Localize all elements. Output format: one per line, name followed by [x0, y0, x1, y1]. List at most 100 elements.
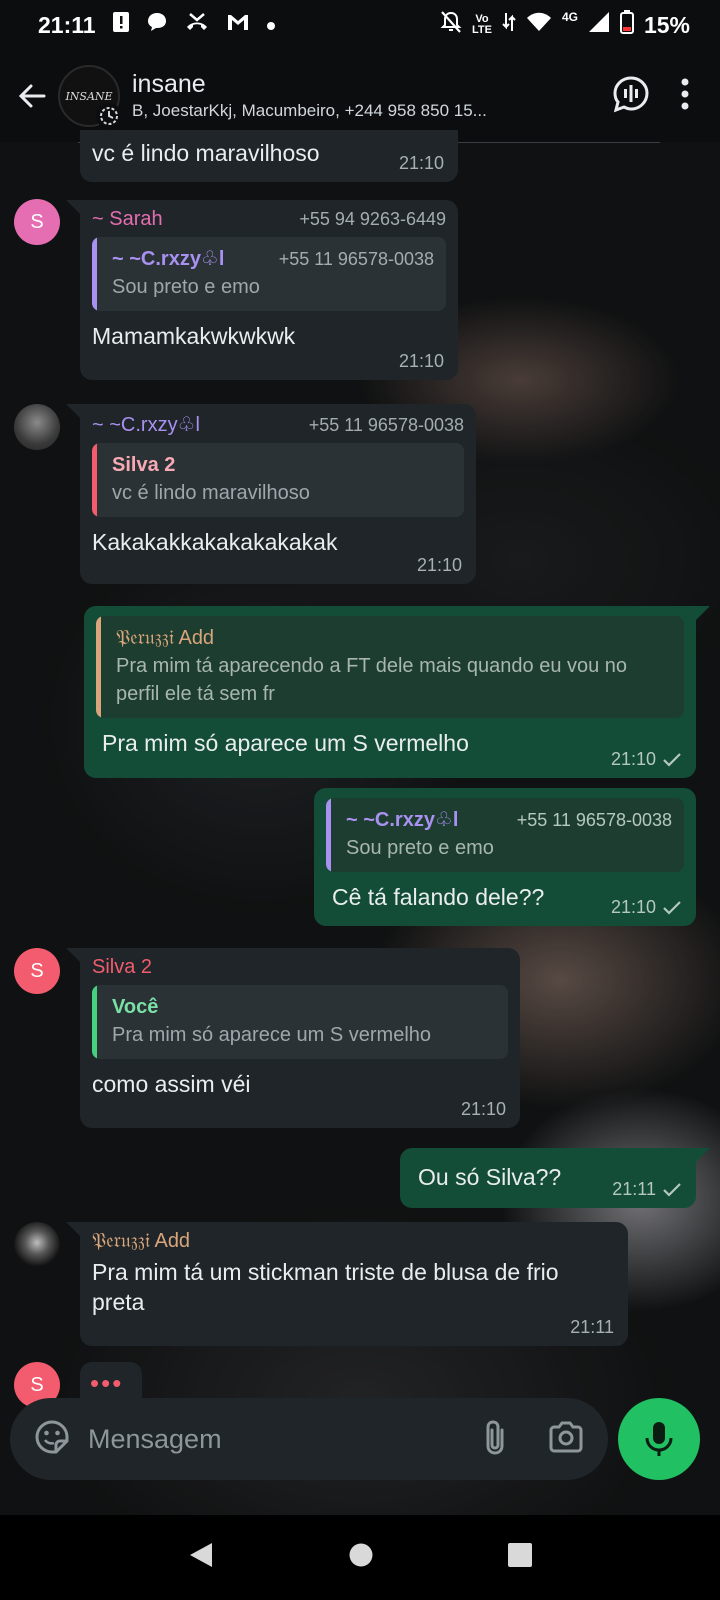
- microphone-icon: [645, 1422, 673, 1456]
- message-text: Pra mim tá um stickman triste de blusa d…: [92, 1259, 559, 1315]
- quoted-message[interactable]: Você Pra mim só aparece um S vermelho: [92, 985, 508, 1059]
- message-time: 21:11: [570, 1317, 614, 1337]
- quote-sender: ~ ~C.rxzy♧l: [112, 248, 225, 270]
- quote-text: Sou preto e emo: [112, 276, 260, 298]
- quote-sender: 𝔓𝔢𝔯𝔲𝔷𝔷𝔦 Add: [116, 627, 215, 649]
- attach-button[interactable]: [482, 1418, 508, 1461]
- camera-icon: [549, 1421, 583, 1452]
- voice-chat-button[interactable]: [612, 75, 650, 118]
- mute-icon: [440, 10, 462, 40]
- nav-back-icon: [189, 1543, 212, 1567]
- quote-sender: Silva 2: [112, 454, 176, 476]
- message-time: 21:10: [416, 555, 462, 575]
- nav-home-button[interactable]: [348, 1542, 374, 1573]
- avatar[interactable]: [14, 404, 60, 450]
- system-nav-bar: [0, 1515, 720, 1600]
- message-bubble[interactable]: ~ ~C.rxzy♧l +55 11 96578-0038 Sou preto …: [314, 788, 696, 926]
- chat-header: INSANE insane B, JoestarKkj, Macumbeiro,…: [0, 50, 720, 142]
- message-bubble[interactable]: ~ Sarah +55 94 9263-6449 ~ ~C.rxzy♧l +55…: [80, 200, 458, 380]
- signal-icon: [588, 11, 610, 39]
- quote-sender: Você: [112, 996, 159, 1018]
- quote-phone: +55 11 96578-0038: [278, 249, 434, 269]
- typing-dots: •••: [90, 1368, 124, 1398]
- group-members: B, JoestarKkj, Macumbeiro, +244 958 850 …: [132, 101, 487, 120]
- signal-type: 4G: [561, 10, 578, 24]
- message-text: Pra mim só aparece um S vermelho: [102, 730, 469, 756]
- disappearing-timer-icon: [96, 103, 122, 129]
- nav-recents-icon: [508, 1543, 533, 1567]
- avatar-letter: S: [30, 959, 44, 982]
- battery-icon: [619, 10, 634, 40]
- sender-name[interactable]: 𝔓𝔢𝔯𝔲𝔷𝔷𝔦 Add: [92, 1230, 616, 1253]
- sticker-button[interactable]: [34, 1419, 70, 1460]
- sticker-icon: [35, 1419, 69, 1453]
- message-bubble[interactable]: 𝔓𝔢𝔯𝔲𝔷𝔷𝔦 Add Pra mim tá aparecendo a FT d…: [84, 606, 696, 778]
- message-time: 21:10: [611, 897, 682, 918]
- message-text: vc é lindo maravilhoso: [92, 140, 320, 166]
- avatar[interactable]: S: [14, 199, 60, 245]
- data-icon: [502, 11, 516, 39]
- message-time: 21:10: [611, 749, 682, 770]
- wifi-icon: [526, 12, 552, 38]
- sent-check-icon: [663, 900, 681, 915]
- quote-text: Sou preto e emo: [346, 837, 494, 859]
- camera-button[interactable]: [548, 1421, 584, 1458]
- quoted-message[interactable]: 𝔓𝔢𝔯𝔲𝔷𝔷𝔦 Add Pra mim tá aparecendo a FT d…: [96, 616, 684, 718]
- sender-name[interactable]: Silva 2: [92, 956, 508, 979]
- sent-check-icon: [663, 752, 681, 767]
- message-input-bar[interactable]: Mensagem: [10, 1398, 608, 1480]
- message-bubble[interactable]: Silva 2 Você Pra mim só aparece um S ver…: [80, 948, 520, 1128]
- message-bubble[interactable]: Ou só Silva?? 21:11: [400, 1148, 696, 1208]
- quote-phone: +55 11 96578-0038: [516, 810, 672, 830]
- message-input[interactable]: Mensagem: [88, 1424, 222, 1455]
- more-options-button[interactable]: [680, 78, 690, 115]
- voice-record-button[interactable]: [618, 1398, 700, 1480]
- group-avatar[interactable]: INSANE: [58, 65, 122, 129]
- bubble-tail: [66, 948, 80, 962]
- bubble-tail: [696, 606, 710, 620]
- group-avatar-text: INSANE: [65, 89, 113, 103]
- nav-home-icon: [349, 1543, 373, 1567]
- volte-icon: Vo LTE: [471, 13, 492, 36]
- bubble-tail: [66, 404, 80, 418]
- avatar[interactable]: S: [14, 948, 60, 994]
- avatar[interactable]: [14, 1222, 60, 1268]
- message-time: 21:11: [612, 1179, 682, 1200]
- quote-text: vc é lindo maravilhoso: [112, 482, 310, 504]
- status-bar: 21:11 Vo LTE 4G 15%: [0, 0, 720, 50]
- sent-check-icon: [663, 1182, 681, 1197]
- message-text: Mamamkakwkwkwk: [92, 323, 296, 349]
- gmail-icon: [226, 12, 250, 38]
- message-bubble[interactable]: vc é lindo maravilhoso 21:10: [80, 130, 458, 182]
- quoted-message[interactable]: Silva 2 vc é lindo maravilhoso: [92, 443, 464, 517]
- message-bubble[interactable]: 𝔓𝔢𝔯𝔲𝔷𝔷𝔦 Add Pra mim tá um stickman trist…: [80, 1222, 628, 1346]
- nav-recents-button[interactable]: [507, 1542, 533, 1573]
- sender-phone: +55 94 9263-6449: [299, 209, 446, 229]
- quoted-message[interactable]: ~ ~C.rxzy♧l +55 11 96578-0038 Sou preto …: [92, 237, 446, 311]
- message-bubble[interactable]: ~ ~C.rxzy♧l +55 11 96578-0038 Silva 2 vc…: [80, 404, 476, 584]
- sender-name[interactable]: ~ Sarah: [92, 208, 163, 231]
- message-time: 21:10: [460, 1099, 506, 1119]
- sender-name[interactable]: ~ ~C.rxzy♧l: [92, 412, 200, 437]
- missed-call-icon: [184, 11, 210, 39]
- chat-bubble-icon: [146, 11, 168, 39]
- bubble-tail: [66, 200, 80, 214]
- status-time: 21:11: [38, 11, 96, 38]
- back-button[interactable]: [12, 76, 52, 116]
- dot-icon: [266, 14, 276, 37]
- group-info[interactable]: insane B, JoestarKkj, Macumbeiro, +244 9…: [132, 69, 562, 123]
- sender-phone: +55 11 96578-0038: [308, 415, 464, 435]
- kebab-menu-icon: [681, 78, 689, 109]
- quoted-message[interactable]: ~ ~C.rxzy♧l +55 11 96578-0038 Sou preto …: [326, 798, 684, 872]
- message-time: 21:10: [398, 351, 444, 371]
- quote-text: Pra mim tá aparecendo a FT dele mais qua…: [116, 655, 628, 705]
- message-text: Kakakakkakakakakakak: [92, 529, 338, 555]
- back-arrow-icon: [18, 84, 46, 108]
- message-time-text: 21:11: [612, 1179, 656, 1199]
- battery-percent: 15%: [643, 11, 690, 38]
- message-time-text: 21:10: [610, 897, 656, 917]
- nav-back-button[interactable]: [187, 1540, 215, 1575]
- alert-icon: [112, 11, 130, 39]
- quote-text: Pra mim só aparece um S vermelho: [112, 1024, 432, 1046]
- message-text: como assim véi: [92, 1071, 251, 1097]
